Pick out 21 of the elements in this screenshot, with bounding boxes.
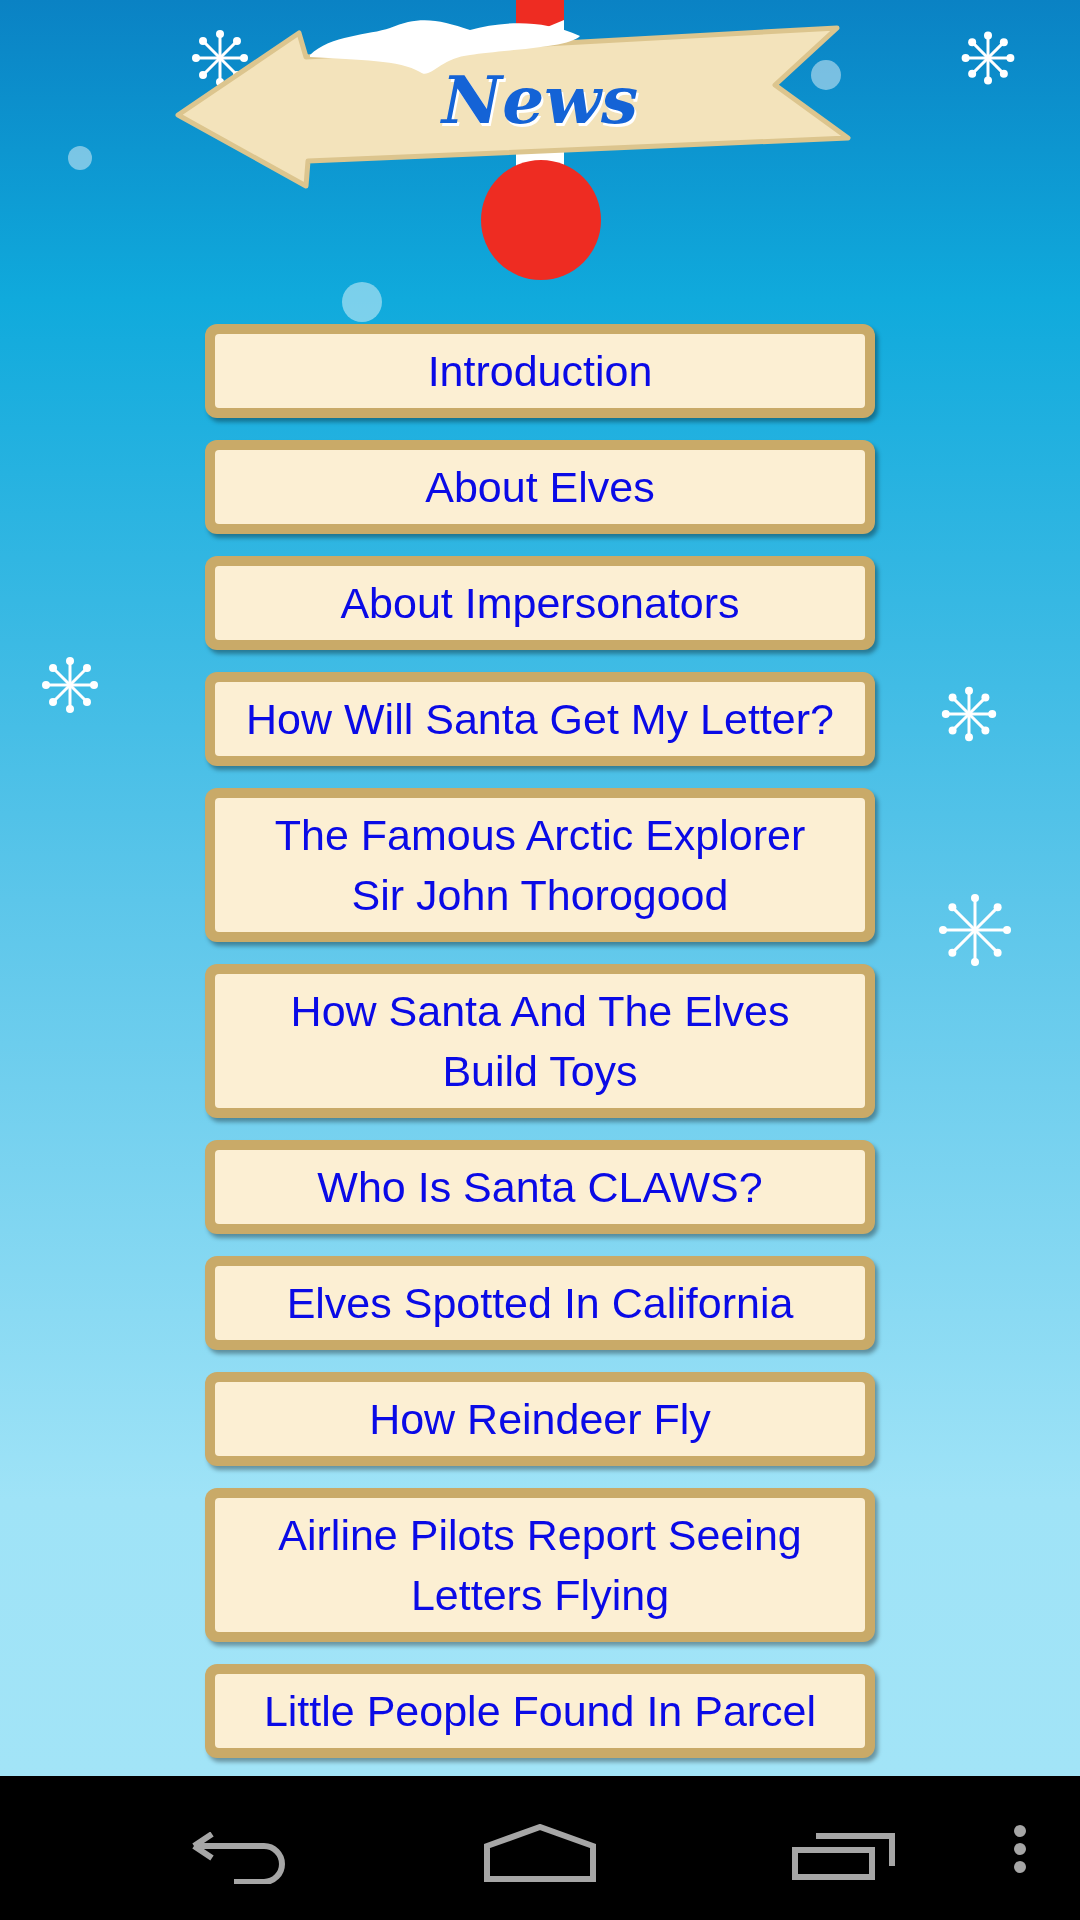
article-button[interactable]: About Impersonators (205, 556, 875, 650)
snowflake-icon (940, 685, 998, 743)
snow-dot (811, 60, 841, 90)
article-button[interactable]: How Will Santa Get My Letter? (205, 672, 875, 766)
menu-icon[interactable] (1013, 1824, 1027, 1874)
article-button[interactable]: About Elves (205, 440, 875, 534)
article-button[interactable]: Introduction (205, 324, 875, 418)
article-button[interactable]: The Famous Arctic Explorer Sir John Thorogood (205, 788, 875, 942)
article-button[interactable]: How Reindeer Fly (205, 1372, 875, 1466)
home-icon[interactable] (484, 1824, 596, 1882)
snow-dot (68, 146, 92, 170)
page-title: News (440, 60, 640, 140)
article-button[interactable]: How Santa And The Elves Build Toys (205, 964, 875, 1118)
snowflake-icon (190, 28, 250, 88)
article-button[interactable]: Airline Pilots Report Seeing Letters Flying (205, 1488, 875, 1642)
article-button[interactable]: Who Is Santa CLAWS? (205, 1140, 875, 1234)
snowflake-icon (40, 655, 100, 715)
article-button[interactable]: Elves Spotted In California (205, 1256, 875, 1350)
snow-dot (342, 282, 382, 322)
snowflake-icon (960, 30, 1016, 86)
article-button[interactable]: Little People Found In Parcel (205, 1664, 875, 1758)
